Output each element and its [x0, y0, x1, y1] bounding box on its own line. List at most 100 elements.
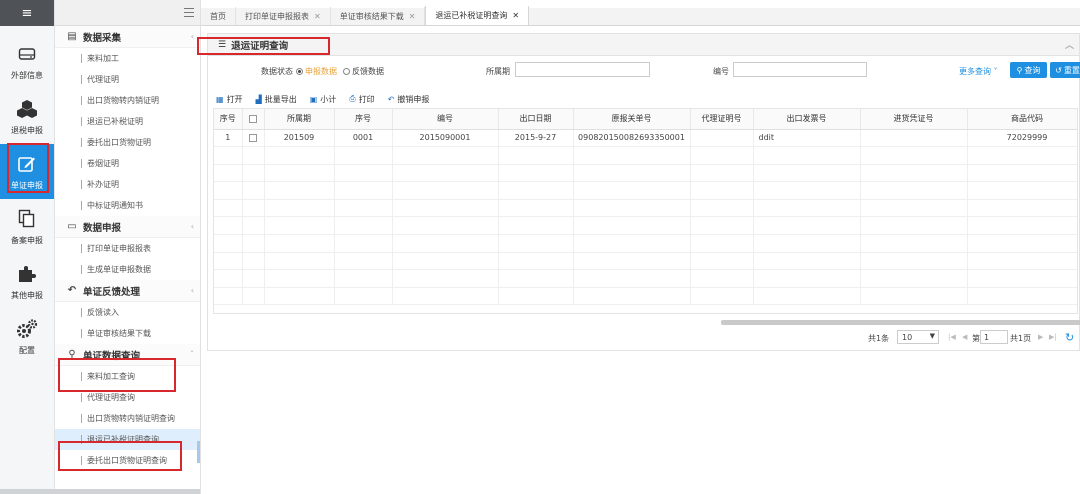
sidebar-item[interactable]: 委托出口货物证明 — [55, 132, 200, 153]
grid-icon: ▦ — [216, 94, 224, 104]
sidebar-section-data-declare[interactable]: ▭ 数据申报 ‹ — [55, 216, 200, 238]
panel-header: ☰ 退运证明查询 ︿ — [208, 34, 1079, 56]
number-input[interactable] — [733, 62, 867, 77]
search-icon: ⚲ — [1016, 65, 1023, 75]
first-page-icon[interactable]: |◀ — [948, 333, 956, 341]
toolbar-label: 批量导出 — [264, 94, 297, 104]
col-header-select-all[interactable] — [242, 109, 265, 130]
col-header: 代理证明号 — [690, 109, 754, 130]
query-panel: ☰ 退运证明查询 ︿ 数据状态 申报数据 反馈数据 所属期 编号 更多查询 ˅ … — [207, 33, 1080, 351]
rail-item-other-declare[interactable]: 其他申报 — [0, 254, 54, 309]
sidebar-item[interactable]: 中标证明通知书 — [55, 195, 200, 216]
col-header: 进货凭证号 — [860, 109, 968, 130]
prev-page-icon[interactable]: ◀ — [962, 333, 967, 341]
next-page-icon[interactable]: ▶ — [1038, 333, 1043, 341]
filter-bar: 数据状态 申报数据 反馈数据 所属期 编号 更多查询 ˅ ⚲ 查询 ↺ 重置 — [208, 60, 1080, 80]
sidebar-item[interactable]: 退运已补税证明 — [55, 111, 200, 132]
sidebar-item[interactable]: 出口货物转内销证明查询 — [55, 408, 200, 429]
cell: 2015-9-27 — [498, 129, 574, 148]
section-title: 数据采集 — [83, 32, 122, 44]
last-page-icon[interactable]: ▶| — [1049, 333, 1057, 341]
table-row-empty — [214, 216, 1077, 236]
sidebar-item[interactable]: 生成单证申报数据 — [55, 259, 200, 280]
cell — [860, 129, 968, 148]
sidebar-scrollbar[interactable] — [197, 441, 200, 463]
sidebar-item[interactable]: 单证审核结果下载 — [55, 323, 200, 344]
sidebar-item-label: 委托出口货物证明 — [87, 138, 151, 147]
query-button[interactable]: ⚲ 查询 — [1010, 62, 1047, 78]
sidebar-item[interactable]: 反馈读入 — [55, 302, 200, 323]
cell-checkbox[interactable] — [242, 129, 265, 148]
rail-item-external-info[interactable]: 外部信息 — [0, 34, 54, 89]
open-button[interactable]: ▦ 打开 — [216, 94, 243, 105]
revoke-button[interactable]: ↶ 撤销申报 — [388, 94, 430, 105]
refresh-icon[interactable]: ↻ — [1065, 331, 1074, 344]
more-label: 更多查询 — [959, 67, 991, 76]
sidebar-item[interactable]: 补办证明 — [55, 174, 200, 195]
table-row[interactable]: 1 201509 0001 2015090001 2015-9-27 09082… — [214, 129, 1077, 148]
close-icon[interactable]: ✕ — [409, 12, 416, 21]
rail-item-label: 退税申报 — [11, 125, 43, 135]
checkbox[interactable] — [249, 133, 257, 142]
tab-print-report[interactable]: 打印单证申报报表 ✕ — [236, 7, 331, 25]
cell: 0001 — [334, 129, 393, 148]
sidebar-item-label: 卷烟证明 — [87, 159, 119, 168]
chevron-icon: ‹ — [190, 32, 194, 41]
sidebar-item[interactable]: 出口货物转内销证明 — [55, 90, 200, 111]
tab-audit-download[interactable]: 单证审核结果下载 ✕ — [331, 7, 426, 25]
close-icon[interactable]: ✕ — [314, 12, 321, 21]
more-query-link[interactable]: 更多查询 ˅ — [959, 66, 998, 77]
col-header: 商品代码 — [967, 109, 1077, 130]
section-title: 单证反馈处理 — [83, 286, 141, 298]
menu-toggle-icon[interactable] — [184, 8, 194, 17]
cubes-icon — [16, 98, 38, 120]
total-count: 共1条 — [868, 334, 890, 343]
sidebar-item-label: 反馈读入 — [87, 308, 119, 317]
sidebar-section-data-collection[interactable]: ▤ 数据采集 ‹ — [55, 26, 200, 48]
reset-button[interactable]: ↺ 重置 — [1050, 62, 1080, 78]
radio-feedback-data[interactable]: 反馈数据 — [343, 66, 384, 77]
toolbar-label: 小计 — [320, 94, 337, 104]
checkbox[interactable] — [249, 114, 257, 123]
copy-icon — [16, 208, 38, 230]
data-grid: 序号 所属期 序号 编号 出口日期 原报关单号 代理证明号 出口发票号 进货凭证… — [213, 108, 1078, 314]
pagination-bar: 共1条 10 ▼ |◀ ◀ 第 1 共1页 ▶ ▶| ↻ — [208, 326, 1080, 350]
radio-dot-icon — [343, 68, 350, 75]
sidebar-item[interactable]: 打印单证申报报表 — [55, 238, 200, 259]
batch-export-button[interactable]: ▟ 批量导出 — [256, 94, 297, 105]
sidebar-item[interactable]: 代理证明 — [55, 69, 200, 90]
cell: 090820150082693350001 — [573, 129, 691, 148]
rail-item-config[interactable]: 配置 — [0, 309, 54, 364]
subtotal-button[interactable]: ▣ 小计 — [310, 94, 337, 105]
rail-menu-toggle[interactable]: ≡ — [0, 0, 54, 26]
rail-item-tax-refund[interactable]: 退税申报 — [0, 89, 54, 144]
col-header: 序号 — [214, 109, 243, 130]
period-input[interactable] — [515, 62, 650, 77]
page-size-select[interactable]: 10 ▼ — [897, 330, 939, 344]
save-icon: ▣ — [309, 94, 318, 104]
close-icon[interactable]: ✕ — [512, 11, 519, 20]
print-button[interactable]: ⎙ 打印 — [349, 94, 374, 105]
puzzle-icon — [16, 263, 38, 285]
sidebar-item[interactable]: 卷烟证明 — [55, 153, 200, 174]
table-row-empty — [214, 287, 1077, 306]
sidebar-section-feedback[interactable]: ↶ 单证反馈处理 ‹ — [55, 280, 200, 302]
sidebar-item-label: 单证审核结果下载 — [87, 329, 151, 338]
tab-bar: 首页 打印单证申报报表 ✕ 单证审核结果下载 ✕ 退运已补税证明查询 ✕ — [201, 6, 1080, 26]
rail-item-record-declare[interactable]: 备案申报 — [0, 199, 54, 254]
icon-rail: ≡ 外部信息 退税申报 单证申报 备案申报 其他申报 配置 — [0, 0, 55, 494]
page-number-input[interactable]: 1 — [980, 330, 1008, 344]
collapse-icon[interactable]: ︿ — [1065, 38, 1074, 51]
tab-home[interactable]: 首页 — [201, 7, 236, 25]
horizontal-scrollbar[interactable] — [721, 320, 1080, 325]
col-header: 编号 — [392, 109, 499, 130]
tab-refund-query[interactable]: 退运已补税证明查询 ✕ — [425, 6, 530, 25]
radio-declare-data[interactable]: 申报数据 — [296, 66, 337, 77]
chart-icon: ▟ — [255, 94, 262, 104]
query-label: 查询 — [1024, 65, 1041, 75]
table-row-empty — [214, 164, 1077, 183]
sidebar-item[interactable]: 来料加工 — [55, 48, 200, 69]
col-header: 出口发票号 — [753, 109, 861, 130]
page-prefix: 第 — [972, 334, 980, 343]
sidebar-item-label: 出口货物转内销证明 — [87, 96, 159, 105]
